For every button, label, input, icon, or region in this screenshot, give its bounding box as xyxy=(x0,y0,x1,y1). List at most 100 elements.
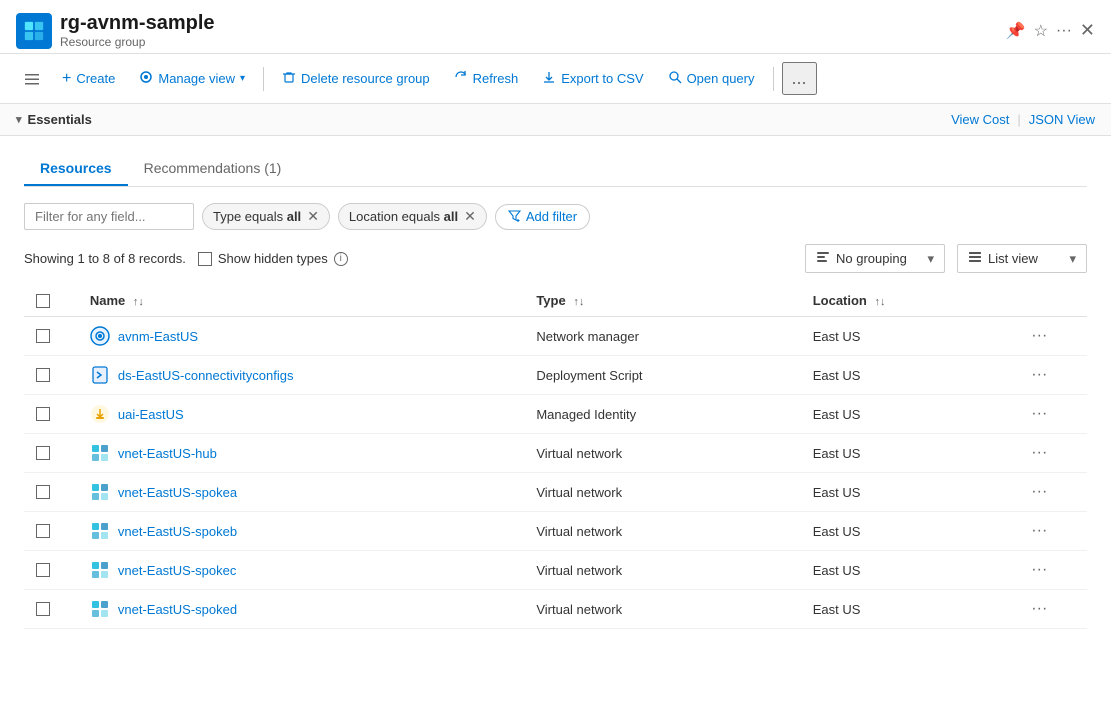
location-sort-icon: ↑↓ xyxy=(875,296,886,308)
resource-link-7[interactable]: vnet-EastUS-spoked xyxy=(90,599,512,619)
refresh-icon xyxy=(454,70,468,87)
row-checkbox-cell-7 xyxy=(24,590,78,629)
delete-button[interactable]: Delete resource group xyxy=(272,65,440,92)
row-name-cell-5: vnet-EastUS-spokeb xyxy=(78,512,524,551)
add-filter-button[interactable]: Add filter xyxy=(495,204,590,230)
row-more-cell-4: ··· xyxy=(1013,473,1087,512)
row-more-button-4[interactable]: ··· xyxy=(1025,481,1053,503)
resource-link-5[interactable]: vnet-EastUS-spokeb xyxy=(90,521,512,541)
table-row: vnet-EastUS-hub Virtual network East US … xyxy=(24,434,1087,473)
row-type-cell-5: Virtual network xyxy=(524,512,800,551)
trash-icon xyxy=(282,70,296,87)
resource-icon-1 xyxy=(90,365,110,385)
row-checkbox-cell-0 xyxy=(24,317,78,356)
table-row: vnet-EastUS-spokeb Virtual network East … xyxy=(24,512,1087,551)
type-filter-tag[interactable]: Type equals all ✕ xyxy=(202,203,330,230)
row-checkbox-cell-5 xyxy=(24,512,78,551)
resource-link-6[interactable]: vnet-EastUS-spokec xyxy=(90,560,512,580)
resource-link-2[interactable]: uai-EastUS xyxy=(90,404,512,424)
show-hidden-label: Show hidden types xyxy=(218,251,328,266)
resource-link-0[interactable]: avnm-EastUS xyxy=(90,326,512,346)
records-count: Showing 1 to 8 of 8 records. xyxy=(24,251,186,266)
row-more-button-1[interactable]: ··· xyxy=(1025,364,1053,386)
grouping-select[interactable]: No grouping ▾ xyxy=(805,244,945,273)
view-arrow-icon: ▾ xyxy=(1069,251,1076,267)
row-more-button-7[interactable]: ··· xyxy=(1025,598,1053,620)
type-filter-text: Type equals all xyxy=(213,209,301,224)
name-column-header[interactable]: Name ↑↓ xyxy=(78,285,524,317)
location-column-header[interactable]: Location ↑↓ xyxy=(801,285,1014,317)
create-button[interactable]: + Create xyxy=(52,65,125,93)
table-header-row: Name ↑↓ Type ↑↓ Location ↑↓ xyxy=(24,285,1087,317)
row-location-cell-3: East US xyxy=(801,434,1014,473)
row-type-cell-1: Deployment Script xyxy=(524,356,800,395)
row-checkbox-2[interactable] xyxy=(36,407,50,421)
row-checkbox-3[interactable] xyxy=(36,446,50,460)
more-options-icon[interactable]: ··· xyxy=(1056,22,1072,40)
row-more-button-0[interactable]: ··· xyxy=(1025,325,1053,347)
resource-link-1[interactable]: ds-EastUS-connectivityconfigs xyxy=(90,365,512,385)
toolbar-separator-1 xyxy=(263,67,264,91)
json-view-link[interactable]: JSON View xyxy=(1029,112,1095,127)
row-more-button-5[interactable]: ··· xyxy=(1025,520,1053,542)
info-icon[interactable]: i xyxy=(334,252,348,266)
type-filter-clear[interactable]: ✕ xyxy=(307,208,319,225)
location-filter-tag[interactable]: Location equals all ✕ xyxy=(338,203,487,230)
filter-input[interactable] xyxy=(24,203,194,230)
row-more-button-6[interactable]: ··· xyxy=(1025,559,1053,581)
row-name-cell-1: ds-EastUS-connectivityconfigs xyxy=(78,356,524,395)
tab-resources[interactable]: Resources xyxy=(24,152,128,186)
close-button[interactable]: ✕ xyxy=(1080,20,1095,41)
show-hidden-checkbox[interactable] xyxy=(198,252,212,266)
row-name-cell-6: vnet-EastUS-spokec xyxy=(78,551,524,590)
row-location-cell-2: East US xyxy=(801,395,1014,434)
name-sort-icon: ↑↓ xyxy=(133,296,144,308)
refresh-button[interactable]: Refresh xyxy=(444,65,529,92)
table-row: ds-EastUS-connectivityconfigs Deployment… xyxy=(24,356,1087,395)
row-more-button-3[interactable]: ··· xyxy=(1025,442,1053,464)
export-button[interactable]: Export to CSV xyxy=(532,65,653,92)
sidebar-expand-button[interactable] xyxy=(16,67,48,91)
grouping-arrow-icon: ▾ xyxy=(927,251,934,267)
manage-view-button[interactable]: Manage view ▾ xyxy=(129,65,255,92)
resource-group-name: rg-avnm-sample xyxy=(60,12,998,35)
resource-link-3[interactable]: vnet-EastUS-hub xyxy=(90,443,512,463)
row-checkbox-cell-4 xyxy=(24,473,78,512)
row-checkbox-1[interactable] xyxy=(36,368,50,382)
row-type-cell-2: Managed Identity xyxy=(524,395,800,434)
essentials-toggle[interactable]: ▾ Essentials xyxy=(16,112,92,127)
row-checkbox-6[interactable] xyxy=(36,563,50,577)
row-location-cell-4: East US xyxy=(801,473,1014,512)
row-name-cell-4: vnet-EastUS-spokea xyxy=(78,473,524,512)
toolbar-more-button[interactable]: ... xyxy=(782,62,817,95)
open-query-button[interactable]: Open query xyxy=(658,65,765,92)
resources-table: Name ↑↓ Type ↑↓ Location ↑↓ xyxy=(24,285,1087,629)
row-checkbox-0[interactable] xyxy=(36,329,50,343)
table-row: vnet-EastUS-spokec Virtual network East … xyxy=(24,551,1087,590)
row-checkbox-7[interactable] xyxy=(36,602,50,616)
star-icon[interactable]: ☆ xyxy=(1034,21,1048,41)
row-location-cell-1: East US xyxy=(801,356,1014,395)
resource-icon-4 xyxy=(90,482,110,502)
chevron-down-icon: ▾ xyxy=(240,73,245,84)
table-row: avnm-EastUS Network manager East US ··· xyxy=(24,317,1087,356)
row-more-button-2[interactable]: ··· xyxy=(1025,403,1053,425)
view-select[interactable]: List view ▾ xyxy=(957,244,1087,273)
manage-view-icon xyxy=(139,70,153,87)
filter-icon xyxy=(508,209,521,225)
type-column-header[interactable]: Type ↑↓ xyxy=(524,285,800,317)
row-checkbox-4[interactable] xyxy=(36,485,50,499)
title-text: rg-avnm-sample Resource group xyxy=(60,12,998,49)
row-more-cell-0: ··· xyxy=(1013,317,1087,356)
table-row: vnet-EastUS-spoked Virtual network East … xyxy=(24,590,1087,629)
select-all-checkbox[interactable] xyxy=(36,294,50,308)
tabs: Resources Recommendations (1) xyxy=(24,152,1087,187)
row-more-cell-7: ··· xyxy=(1013,590,1087,629)
location-filter-clear[interactable]: ✕ xyxy=(464,208,476,225)
resource-link-4[interactable]: vnet-EastUS-spokea xyxy=(90,482,512,502)
pin-icon[interactable]: 📌 xyxy=(1006,21,1026,41)
view-cost-link[interactable]: View Cost xyxy=(951,112,1009,127)
row-type-cell-7: Virtual network xyxy=(524,590,800,629)
tab-recommendations[interactable]: Recommendations (1) xyxy=(128,152,298,186)
row-checkbox-5[interactable] xyxy=(36,524,50,538)
